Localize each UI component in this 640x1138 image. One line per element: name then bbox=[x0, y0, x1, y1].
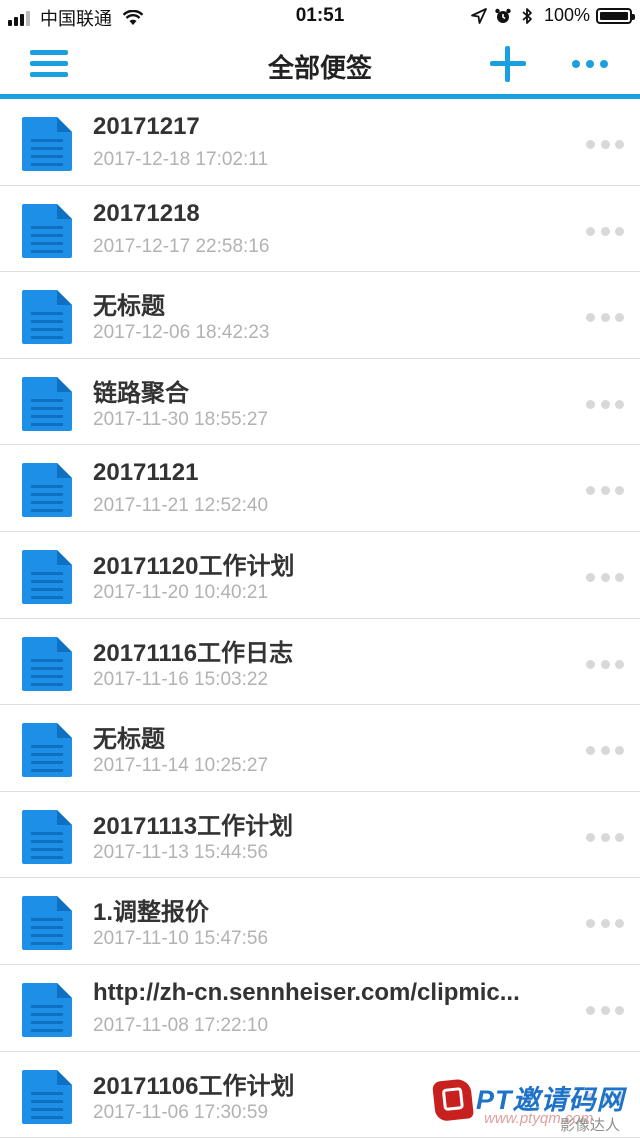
status-bar: 中国联通 01:51 100% bbox=[0, 0, 640, 34]
document-icon bbox=[22, 376, 72, 431]
document-icon bbox=[22, 723, 72, 778]
note-row[interactable]: 20171113工作计划 2017-11-13 15:44:56 bbox=[0, 792, 640, 879]
note-row[interactable]: 无标题 2017-11-14 10:25:27 bbox=[0, 705, 640, 792]
alarm-clock-icon bbox=[495, 8, 511, 23]
watermark-seal-icon bbox=[432, 1078, 474, 1122]
document-icon bbox=[22, 549, 72, 604]
document-icon bbox=[22, 982, 72, 1037]
document-icon bbox=[22, 117, 72, 171]
location-arrow-icon bbox=[471, 7, 487, 24]
note-title: 无标题 bbox=[93, 726, 165, 754]
note-title: 20171121 bbox=[93, 459, 199, 487]
row-more-icon[interactable] bbox=[586, 313, 624, 323]
note-row[interactable]: 无标题 2017-12-06 18:42:23 bbox=[0, 272, 640, 359]
note-title: 无标题 bbox=[93, 293, 165, 321]
nav-bar: 全部便签 bbox=[0, 34, 640, 94]
note-row[interactable]: 链路聚合 2017-11-30 18:55:27 bbox=[0, 359, 640, 446]
row-more-icon[interactable] bbox=[586, 399, 624, 410]
document-icon bbox=[22, 290, 72, 345]
note-date: 2017-11-13 15:44:56 bbox=[93, 841, 269, 863]
note-list: 20171217 2017-12-18 17:02:11 20171218 2017-… bbox=[0, 99, 640, 1138]
note-date: 2017-12-06 18:42:23 bbox=[93, 322, 270, 344]
battery-percentage: 100% bbox=[543, 5, 590, 25]
note-title: 20171217 bbox=[93, 113, 200, 140]
note-title: 20171218 bbox=[93, 199, 200, 227]
note-title: 20171120工作计划 bbox=[93, 552, 295, 580]
note-date: 2017-12-18 17:02:11 bbox=[93, 149, 269, 170]
note-row[interactable]: http://zh-cn.sennheiser.com/clipmic... 20… bbox=[0, 965, 640, 1052]
note-row[interactable]: 20171120工作计划 2017-11-20 10:40:21 bbox=[0, 532, 640, 619]
document-icon bbox=[22, 1069, 72, 1124]
note-date: 2017-11-20 10:40:21 bbox=[93, 581, 269, 603]
note-title: 20171116工作日志 bbox=[93, 639, 294, 667]
plus-icon[interactable] bbox=[490, 46, 526, 82]
note-title: http://zh-cn.sennheiser.com/clipmic... bbox=[93, 978, 520, 1006]
page-title: 全部便签 bbox=[267, 53, 372, 83]
bluetooth-icon bbox=[522, 7, 532, 24]
row-more-icon[interactable] bbox=[586, 572, 624, 583]
note-date: 2017-11-30 18:55:27 bbox=[93, 408, 269, 430]
battery-icon bbox=[596, 7, 635, 24]
note-title: 1.调整报价 bbox=[93, 899, 210, 927]
watermark: PT邀请码网 www.ptyqm.com 影像达人 bbox=[432, 1078, 632, 1134]
watermark-subtitle: 影像达人 bbox=[560, 1117, 621, 1134]
row-more-icon[interactable] bbox=[586, 140, 624, 150]
screen: 中国联通 01:51 100% 全部便签 20171217 2017-12-18… bbox=[0, 0, 640, 1138]
note-row[interactable]: 20171217 2017-12-18 17:02:11 bbox=[0, 99, 640, 186]
row-more-icon[interactable] bbox=[586, 746, 624, 756]
note-date: 2017-11-16 15:03:22 bbox=[93, 668, 269, 690]
row-more-icon[interactable] bbox=[586, 659, 624, 670]
note-date: 2017-11-08 17:22:10 bbox=[93, 1014, 269, 1036]
row-more-icon[interactable] bbox=[586, 1005, 624, 1016]
note-title: 链路聚合 bbox=[93, 379, 189, 407]
note-date: 2017-12-17 22:58:16 bbox=[93, 235, 270, 257]
document-icon bbox=[22, 203, 72, 258]
document-icon bbox=[22, 896, 72, 951]
row-more-icon[interactable] bbox=[586, 832, 624, 843]
document-icon bbox=[22, 809, 72, 864]
note-title: 20171113工作计划 bbox=[93, 812, 294, 840]
note-date: 2017-11-10 15:47:56 bbox=[93, 928, 269, 950]
document-icon bbox=[22, 636, 72, 691]
row-more-icon[interactable] bbox=[586, 226, 624, 237]
row-more-icon[interactable] bbox=[586, 486, 624, 496]
note-date: 2017-11-14 10:25:27 bbox=[93, 755, 269, 777]
note-row[interactable]: 20171218 2017-12-17 22:58:16 bbox=[0, 186, 640, 273]
note-row[interactable]: 20171121 2017-11-21 12:52:40 bbox=[0, 445, 640, 532]
note-row[interactable]: 20171116工作日志 2017-11-16 15:03:22 bbox=[0, 619, 640, 706]
more-dots-icon[interactable] bbox=[572, 60, 608, 70]
row-more-icon[interactable] bbox=[586, 919, 624, 929]
document-icon bbox=[22, 463, 72, 518]
note-date: 2017-11-21 12:52:40 bbox=[93, 495, 269, 517]
note-date: 2017-11-06 17:30:59 bbox=[93, 1101, 269, 1123]
note-row[interactable]: 1.调整报价 2017-11-10 15:47:56 bbox=[0, 878, 640, 965]
status-right: 100% bbox=[464, 5, 635, 26]
